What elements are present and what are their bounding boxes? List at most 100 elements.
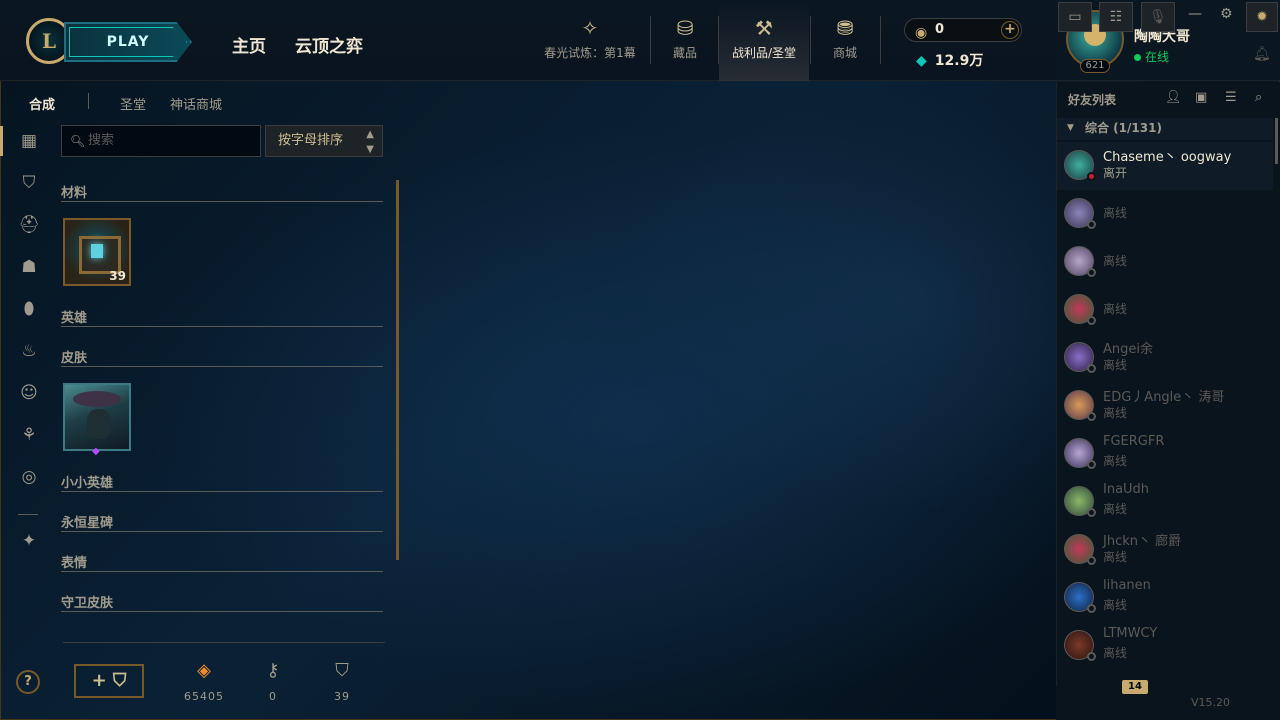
helmet-icon[interactable]: ⛑ xyxy=(18,214,40,236)
friend-status: 离线 xyxy=(1103,598,1128,612)
nav-loot[interactable]: ⚒ 战利品/圣堂 xyxy=(719,0,809,81)
craft-key-button[interactable]: + ⛉ xyxy=(74,664,144,698)
nav-tft[interactable]: 云顶之弈 xyxy=(295,32,363,57)
add-friend-icon[interactable]: 👤︎ xyxy=(1165,90,1182,105)
avatar xyxy=(1064,198,1096,229)
list-item[interactable]: 离线 xyxy=(1057,286,1273,334)
status-dot xyxy=(1087,412,1096,421)
microphone-icon[interactable]: 🎙︎ xyxy=(1141,2,1175,32)
nav-divider xyxy=(650,16,651,64)
friend-status: 离线 xyxy=(1103,454,1128,468)
avatar xyxy=(1064,246,1096,277)
tab-mythic-shop[interactable]: 神话商城 xyxy=(170,94,222,113)
status-dot xyxy=(1087,604,1096,613)
missions-badge: 14 xyxy=(1122,680,1148,694)
avatar xyxy=(1064,630,1096,661)
list-item[interactable]: 离线 xyxy=(1057,238,1273,286)
list-item[interactable]: LTMWCY 离线 xyxy=(1057,622,1273,670)
list-item[interactable]: 离线 xyxy=(1057,190,1273,238)
nav-event-pass[interactable]: ✧ 春光试炼：第1幕 xyxy=(540,14,640,80)
status-dot xyxy=(1087,364,1096,373)
client-version: V15.20 xyxy=(1191,696,1231,709)
mask-icon[interactable]: ☗ xyxy=(18,256,40,278)
category-champions[interactable]: 英雄 xyxy=(61,307,383,327)
orange-essence-value: 65405 xyxy=(184,690,224,703)
hextech-chest-item[interactable]: 39 xyxy=(63,218,131,286)
chest-icon[interactable]: ⛉ xyxy=(18,172,40,194)
nav-divider xyxy=(810,16,811,64)
list-item[interactable]: Chaseme丶 oogway 离开 xyxy=(1057,142,1273,190)
rp-value: 0 xyxy=(935,22,945,37)
bug-report-icon[interactable]: ✹ xyxy=(1246,2,1278,32)
subtab-divider xyxy=(88,93,89,109)
friend-group-header[interactable]: ▼ 综合 (1/131) xyxy=(1057,118,1273,140)
category-ward-skins[interactable]: 守卫皮肤 xyxy=(61,592,383,612)
category-emotes[interactable]: 表情 xyxy=(61,552,383,572)
essence-drop-icon[interactable]: ⬮ xyxy=(18,298,40,320)
help-button[interactable]: ? xyxy=(16,670,40,694)
chest-icon: ⛉ xyxy=(335,660,349,681)
orange-essence-stat: ◈ 65405 xyxy=(174,660,234,703)
search-input[interactable]: 🔍︎ 搜索 xyxy=(61,125,261,157)
key-value: 0 xyxy=(269,690,277,703)
compass-icon[interactable]: ✦ xyxy=(18,530,40,552)
status-label: 在线 xyxy=(1145,50,1170,64)
search-placeholder: 搜索 xyxy=(88,133,115,148)
flame-icon[interactable]: ♨ xyxy=(18,340,40,362)
tab-sanctum[interactable]: 圣堂 xyxy=(120,94,146,113)
item-count: 39 xyxy=(109,269,126,283)
friends-panel: 好友列表 👤︎ ▣ ☰ ⌕ ▼ 综合 (1/131) Chaseme丶 oogwa… xyxy=(1056,82,1280,720)
profile-icon[interactable]: ◎ xyxy=(18,466,40,488)
search-icon: 🔍︎ xyxy=(70,134,86,148)
category-skins[interactable]: 皮肤 xyxy=(61,347,383,367)
search-icon[interactable]: ⌕ xyxy=(1255,90,1262,105)
missions-icon[interactable]: ☷ xyxy=(1099,2,1133,32)
list-view-icon[interactable]: ☰ xyxy=(1225,90,1237,105)
list-item[interactable]: Jhckn丶 廊爵 离线 xyxy=(1057,526,1273,574)
list-item[interactable]: EDG丿Angle丶 涛哥 离线 xyxy=(1057,382,1273,430)
inventory-scrollbar[interactable] xyxy=(396,180,399,560)
nav-collection-label: 藏品 xyxy=(672,46,697,60)
friends-scrollbar[interactable] xyxy=(1275,118,1278,164)
list-item[interactable]: FGERGFR 离线 xyxy=(1057,430,1273,478)
loot-hammer-icon: ⚒ xyxy=(755,16,773,40)
status-dot xyxy=(1087,652,1096,661)
rail-divider xyxy=(18,514,38,515)
blue-essence-balance: ◆ 12.9万 xyxy=(916,50,983,70)
chat-icon[interactable]: ▭ xyxy=(1058,2,1092,32)
buy-rp-button[interactable]: + xyxy=(1001,21,1019,39)
friend-name: lihanen xyxy=(1103,578,1151,593)
nav-collection[interactable]: ⛁ 藏品 xyxy=(660,14,710,80)
logo-letter: L xyxy=(41,29,57,53)
friend-status: 离线 xyxy=(1103,646,1128,660)
category-tft-little-legends[interactable]: 小小英雄 xyxy=(61,472,383,492)
category-eternals[interactable]: 永恒星碑 xyxy=(61,512,383,532)
nav-store[interactable]: ⛃ 商城 xyxy=(820,14,870,80)
ward-icon[interactable]: ⚘ xyxy=(18,424,40,446)
add-folder-icon[interactable]: ▣ xyxy=(1195,90,1207,105)
category-materials[interactable]: 材料 xyxy=(61,182,383,202)
mythic-gem-icon: ◆ xyxy=(92,446,100,457)
friend-name: Angei余 xyxy=(1103,342,1153,357)
status-dot xyxy=(1087,460,1096,469)
list-item[interactable]: Angei余 离线 xyxy=(1057,334,1273,382)
gear-icon[interactable]: ⚙ xyxy=(1220,6,1233,22)
grid-icon[interactable]: ▦ xyxy=(18,130,40,152)
bell-icon[interactable]: 🔔︎ xyxy=(1253,46,1271,62)
friend-status: 离线 xyxy=(1103,254,1128,268)
online-status[interactable]: 在线 xyxy=(1134,48,1169,65)
sort-dropdown[interactable]: 按字母排序 ▲ ▼ xyxy=(265,125,383,157)
nav-home[interactable]: 主页 xyxy=(232,32,266,57)
nav-event-pass-label: 春光试炼：第1幕 xyxy=(544,46,636,60)
status-dot xyxy=(1087,268,1096,277)
friend-status: 离线 xyxy=(1103,358,1128,372)
emote-icon[interactable]: ☺ xyxy=(18,382,40,404)
tab-crafting[interactable]: 合成 xyxy=(29,94,55,113)
play-button[interactable]: PLAY xyxy=(64,22,192,62)
list-item[interactable]: InaUdh 离线 xyxy=(1057,478,1273,526)
minimize-icon[interactable]: — xyxy=(1188,6,1202,22)
list-item[interactable]: lihanen 离线 xyxy=(1057,574,1273,622)
sort-arrows-icon: ▲ ▼ xyxy=(366,129,374,155)
orange-essence-icon: ◈ xyxy=(197,660,211,681)
skin-shard-item[interactable] xyxy=(63,383,131,451)
